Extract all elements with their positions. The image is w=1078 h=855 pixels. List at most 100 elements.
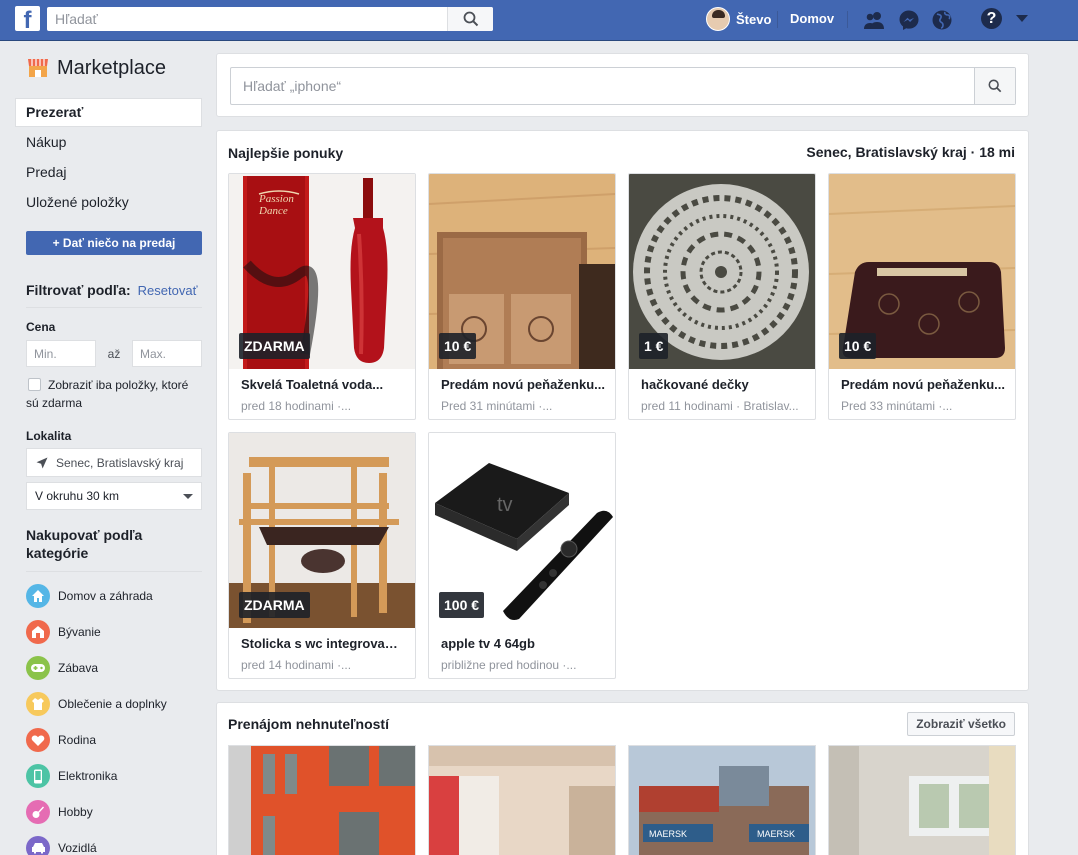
categories-title: Nakupovať podľa kategórie — [26, 526, 202, 572]
price-min-input[interactable] — [26, 340, 96, 367]
search-icon — [988, 79, 1002, 93]
radius-value: V okruhu 30 km — [35, 489, 120, 503]
listing-title: hačkované dečky — [641, 377, 749, 392]
sidebar-item-buying[interactable]: Nákup — [15, 128, 202, 157]
category-housing[interactable]: Bývanie — [26, 614, 202, 650]
category-hobby[interactable]: Hobby — [26, 794, 202, 830]
marketplace-sidebar: Marketplace Prezerať Nákup Predaj Uložen… — [15, 52, 202, 855]
filter-title: Filtrovať podľa: — [26, 282, 131, 298]
svg-text:Passion: Passion — [258, 193, 294, 205]
home-link[interactable]: Domov — [790, 11, 834, 26]
filter-header: Filtrovať podľa: Resetovať — [26, 282, 202, 308]
category-electronics[interactable]: Elektronika — [26, 758, 202, 794]
listing-meta: pred 18 hodinami ·... — [241, 399, 352, 413]
svg-text:MAERSK: MAERSK — [649, 829, 687, 839]
price-badge: ZDARMA — [239, 592, 310, 618]
rental-listing-card[interactable] — [428, 745, 616, 855]
location-distance[interactable]: Senec, Bratislavský kraj · 18 mi — [806, 144, 1015, 160]
location-field[interactable] — [26, 448, 202, 477]
listing-card[interactable]: 1 € hačkované dečky pred 11 hodinami · B… — [628, 173, 816, 420]
svg-text:tv: tv — [497, 494, 513, 516]
listing-meta: Pred 31 minútami ·... — [441, 399, 553, 413]
rentals-section: Prenájom nehnuteľností Zobraziť všetko M — [216, 702, 1029, 855]
chevron-down-icon — [183, 494, 193, 499]
price-badge: 10 € — [439, 333, 477, 359]
price-to-label: až — [107, 346, 121, 361]
category-label: Hobby — [58, 805, 93, 819]
divider — [777, 11, 778, 28]
listing-meta: Pred 33 minútami ·... — [841, 399, 953, 413]
category-label: Rodina — [58, 733, 97, 747]
listing-card[interactable]: tv 100 € apple tv 4 64gb približne pred … — [428, 432, 616, 679]
marketplace-search-button[interactable] — [974, 68, 1015, 104]
marketplace-search-input[interactable] — [231, 68, 951, 104]
help-icon[interactable]: ? — [981, 8, 1002, 29]
category-label: Vozidlá — [58, 841, 97, 855]
marketplace-search-box — [230, 67, 1016, 105]
avatar — [706, 7, 730, 31]
account-menu-caret-icon[interactable] — [1016, 15, 1028, 22]
category-vehicles[interactable]: Vozidlá — [26, 830, 202, 855]
sidebar-item-saved[interactable]: Uložené položky — [15, 188, 202, 217]
price-max-input[interactable] — [132, 340, 202, 367]
listing-card[interactable]: ZDARMA Stolicka s wc integrovany... pred… — [228, 432, 416, 679]
messenger-icon[interactable] — [897, 8, 921, 32]
category-family[interactable]: Rodina — [26, 722, 202, 758]
listing-card[interactable]: 10 € Predám novú peňaženku... Pred 31 mi… — [428, 173, 616, 420]
category-label: Elektronika — [58, 769, 118, 783]
search-icon — [463, 11, 478, 27]
divider — [847, 11, 848, 28]
free-only-label: Zobraziť iba položky, ktoré sú zdarma — [26, 378, 189, 410]
free-only-checkbox[interactable] — [28, 378, 41, 391]
listing-title: apple tv 4 64gb — [441, 636, 535, 651]
price-badge: 10 € — [839, 333, 877, 359]
marketplace-header[interactable]: Marketplace — [15, 52, 202, 84]
profile-link[interactable]: Števo — [706, 7, 771, 31]
category-clothing[interactable]: Oblečenie a doplnky — [26, 686, 202, 722]
category-label: Domov a záhrada — [58, 589, 153, 603]
listing-image — [229, 746, 415, 855]
category-entertainment[interactable]: Zábava — [26, 650, 202, 686]
sidebar-item-browse[interactable]: Prezerať — [15, 98, 202, 127]
rental-listing-card[interactable] — [228, 745, 416, 855]
price-badge: ZDARMA — [239, 333, 310, 359]
sell-something-button[interactable]: + Dať niečo na predaj — [26, 231, 202, 255]
sidebar-nav: Prezerať Nákup Predaj Uložené položky — [15, 98, 202, 217]
user-name: Števo — [736, 11, 772, 27]
listing-meta: pred 14 hodinami ·... — [241, 658, 352, 672]
car-icon — [26, 836, 50, 855]
listing-image — [829, 746, 1015, 855]
category-list: Domov a záhrada Bývanie Zábava Oblečenie… — [26, 578, 202, 855]
facebook-logo-icon[interactable]: f — [15, 6, 40, 31]
rental-listing-card[interactable]: MAERSK MAERSK — [628, 745, 816, 855]
category-label: Bývanie — [58, 625, 101, 639]
top-search-box — [47, 7, 493, 31]
friend-requests-icon[interactable] — [862, 8, 886, 32]
marketplace-title: Marketplace — [57, 56, 166, 79]
top-search-input[interactable] — [47, 7, 447, 31]
top-search-button[interactable] — [447, 7, 493, 31]
price-badge: 1 € — [639, 333, 669, 359]
top-navigation-bar: f Števo Domov ? — [0, 0, 1078, 41]
listing-card[interactable]: Passion Dance ZDARMA Skvelá Toaletná vod… — [228, 173, 416, 420]
heart-icon — [26, 728, 50, 752]
reset-filters-link[interactable]: Resetovať — [138, 283, 198, 298]
sidebar-item-selling[interactable]: Predaj — [15, 158, 202, 187]
listing-meta: pred 11 hodinami · Bratislav... — [641, 399, 799, 413]
phone-icon — [26, 764, 50, 788]
svg-text:Dance: Dance — [258, 205, 288, 217]
price-badge: 100 € — [439, 592, 485, 618]
category-home-garden[interactable]: Domov a záhrada — [26, 578, 202, 614]
listing-title: Stolicka s wc integrovany... — [241, 636, 405, 651]
location-input[interactable] — [56, 455, 184, 470]
radius-select[interactable]: V okruhu 30 km — [26, 482, 202, 510]
home-building-icon — [26, 620, 50, 644]
marketplace-search-card — [216, 53, 1029, 117]
price-range: až — [26, 340, 202, 367]
show-all-button[interactable]: Zobraziť všetko — [907, 712, 1015, 736]
notifications-globe-icon[interactable] — [930, 8, 954, 32]
listing-card[interactable]: 10 € Predám novú peňaženku... Pred 33 mi… — [828, 173, 1016, 420]
shop-icon — [27, 58, 49, 78]
free-only-option: Zobraziť iba položky, ktoré sú zdarma — [26, 376, 202, 412]
rental-listing-card[interactable] — [828, 745, 1016, 855]
